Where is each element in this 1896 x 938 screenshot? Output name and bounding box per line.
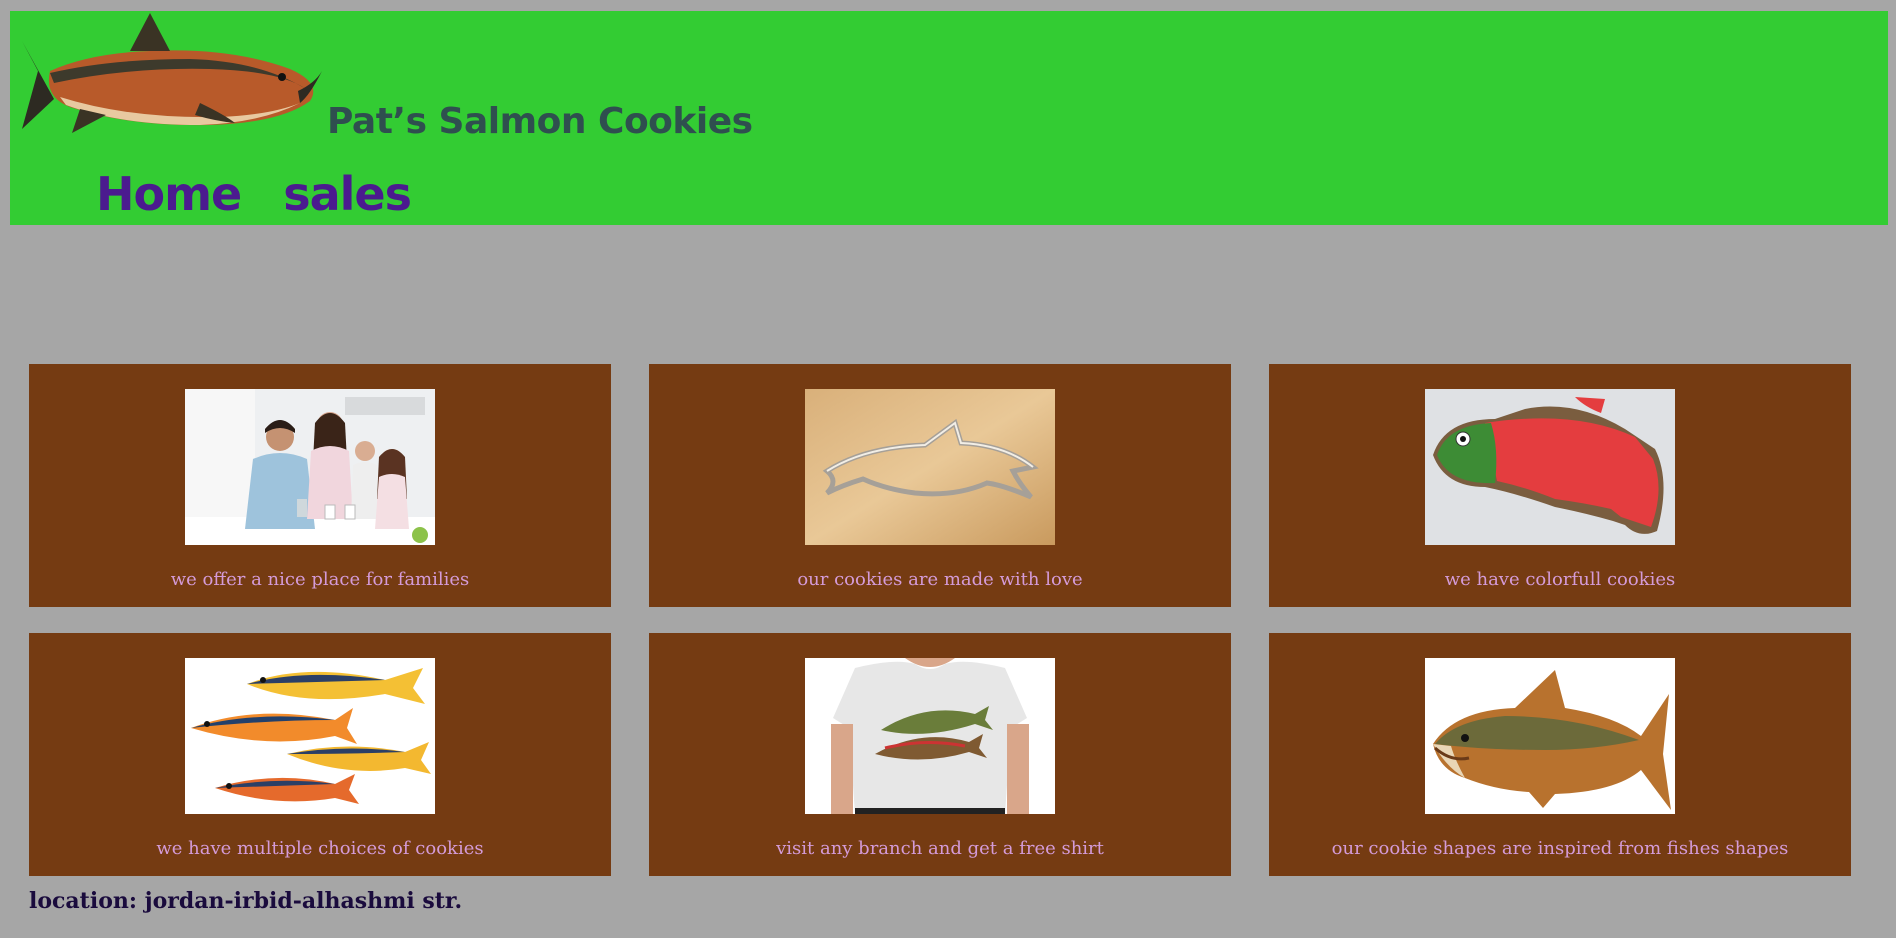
feature-card: visit any branch and get a free shirt (649, 633, 1231, 876)
salmon-logo-icon (22, 13, 322, 133)
card-caption: we have multiple choices of cookies (156, 838, 484, 859)
fish-tshirt-photo-icon (805, 658, 1055, 814)
feature-card: our cookie shapes are inspired from fish… (1269, 633, 1851, 876)
main-nav: Home sales (96, 171, 412, 217)
feature-card: we offer a nice place for families (29, 364, 611, 607)
location-text: location: jordan-irbid-alhashmi str. (29, 888, 463, 914)
family-photo-icon (185, 389, 435, 545)
card-caption: we have colorfull cookies (1444, 569, 1676, 590)
feature-card: we have multiple choices of cookies (29, 633, 611, 876)
site-title: Pat’s Salmon Cookies (327, 101, 753, 142)
fish-cookie-cutter-photo-icon (805, 389, 1055, 545)
site-header: Pat’s Salmon Cookies Home sales (10, 11, 1888, 225)
card-caption: our cookies are made with love (797, 569, 1083, 590)
card-caption: our cookie shapes are inspired from fish… (1331, 838, 1789, 859)
feature-cards-grid: we offer a nice place for families our c… (29, 364, 1851, 876)
nav-link-sales[interactable]: sales (283, 171, 412, 217)
painted-fishes-photo-icon (185, 658, 435, 814)
card-caption: visit any branch and get a free shirt (776, 838, 1104, 859)
feature-card: we have colorfull cookies (1269, 364, 1851, 607)
nav-link-home[interactable]: Home (96, 171, 242, 217)
salmon-photo-icon (1425, 658, 1675, 814)
colorful-fish-cookie-photo-icon (1425, 389, 1675, 545)
card-caption: we offer a nice place for families (170, 569, 470, 590)
feature-card: our cookies are made with love (649, 364, 1231, 607)
